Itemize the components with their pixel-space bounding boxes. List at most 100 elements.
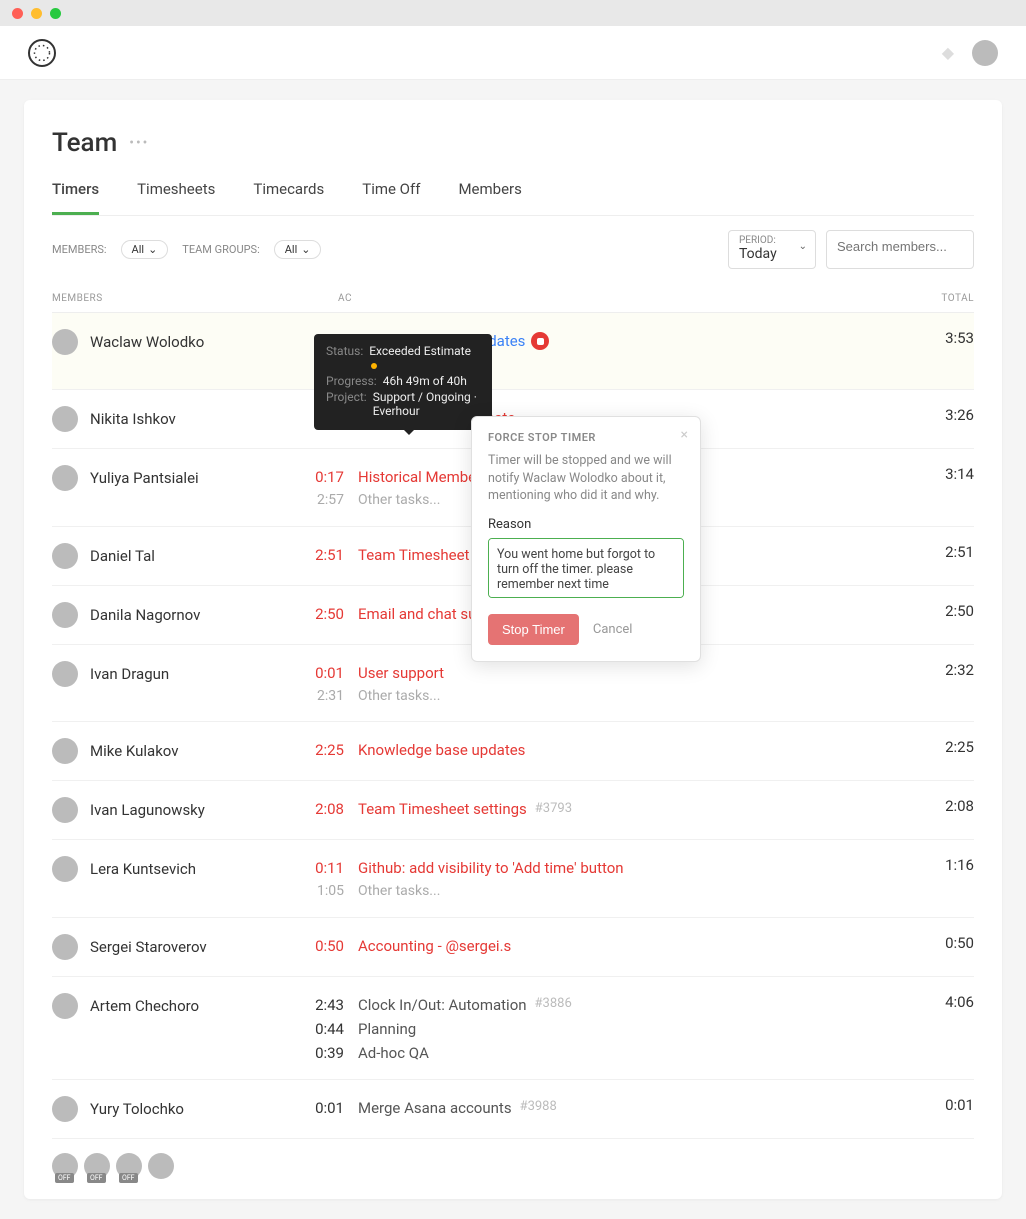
off-member-avatar[interactable]: OFF	[52, 1153, 78, 1179]
row-total: 4:06	[894, 977, 974, 1027]
row-total: 2:51	[894, 527, 974, 577]
close-icon[interactable]: ×	[681, 427, 688, 443]
activity-task[interactable]: Other tasks...	[358, 880, 894, 902]
member-avatar[interactable]	[52, 602, 78, 628]
period-label: PERIOD:	[739, 235, 805, 246]
app-logo[interactable]	[28, 39, 56, 67]
activity-time: 0:17	[272, 465, 344, 489]
member-name[interactable]: Lera Kuntsevich	[90, 860, 196, 878]
page-menu-icon[interactable]: •••	[129, 135, 149, 151]
row-total: 3:53	[894, 313, 974, 363]
member-avatar[interactable]	[52, 1096, 78, 1122]
off-member-avatar[interactable]	[148, 1153, 174, 1179]
table-header: MEMBERS AC TOTAL	[52, 283, 974, 313]
activity-task[interactable]: Clock In/Out: Automation#3886	[358, 993, 894, 1017]
modal-description: Timer will be stopped and we will notify…	[488, 452, 684, 505]
off-members-row: OFFOFFOFF	[52, 1139, 974, 1179]
member-avatar[interactable]	[52, 738, 78, 764]
stop-timer-icon[interactable]	[531, 332, 549, 350]
window-max-dot[interactable]	[50, 8, 61, 19]
member-name[interactable]: Danila Nagornov	[90, 606, 200, 624]
row-total: 2:50	[894, 586, 974, 636]
topbar: ◆	[0, 26, 1026, 80]
tab-timers[interactable]: Timers	[52, 180, 99, 215]
members-filter-label: MEMBERS:	[52, 243, 107, 256]
period-selector[interactable]: PERIOD: Today ⌄	[728, 230, 816, 269]
member-avatar[interactable]	[52, 543, 78, 569]
row-total: 2:08	[894, 781, 974, 831]
activity-time: 2:57	[272, 489, 344, 511]
activity-task[interactable]: Github: add visibility to 'Add time' but…	[358, 856, 894, 880]
member-name[interactable]: Nikita Ishkov	[90, 410, 176, 428]
member-name[interactable]: Yury Tolochko	[90, 1100, 184, 1118]
member-avatar[interactable]	[52, 329, 78, 355]
tab-time-off[interactable]: Time Off	[362, 180, 420, 215]
member-avatar[interactable]	[52, 934, 78, 960]
stop-timer-button[interactable]: Stop Timer	[488, 614, 579, 645]
activity-time: 2:31	[272, 685, 344, 707]
search-members-input[interactable]	[826, 230, 974, 269]
modal-title: FORCE STOP TIMER	[488, 431, 684, 444]
member-avatar[interactable]	[52, 406, 78, 432]
tab-timesheets[interactable]: Timesheets	[137, 180, 215, 215]
member-avatar[interactable]	[52, 661, 78, 687]
member-avatar[interactable]	[52, 797, 78, 823]
chevron-down-icon: ⌄	[301, 243, 310, 256]
window-min-dot[interactable]	[31, 8, 42, 19]
row-total: 3:14	[894, 449, 974, 499]
member-name[interactable]: Mike Kulakov	[90, 742, 179, 760]
activity-task[interactable]: Ad-hoc QA	[358, 1041, 894, 1065]
activity-task[interactable]: Knowledge base updates	[358, 738, 894, 762]
table-row: Ivan Lagunowsky2:08Team Timesheet settin…	[52, 781, 974, 840]
reason-textarea[interactable]	[488, 538, 684, 598]
off-badge: OFF	[87, 1173, 106, 1183]
member-avatar[interactable]	[52, 856, 78, 882]
tab-members[interactable]: Members	[458, 180, 521, 215]
user-avatar[interactable]	[972, 40, 998, 66]
chevron-down-icon: ⌄	[148, 243, 157, 256]
activity-time: 0:44	[272, 1017, 344, 1041]
off-member-avatar[interactable]: OFF	[84, 1153, 110, 1179]
off-member-avatar[interactable]: OFF	[116, 1153, 142, 1179]
members-filter[interactable]: All ⌄	[121, 240, 169, 259]
force-stop-modal: × FORCE STOP TIMER Timer will be stopped…	[471, 416, 701, 662]
table-row: Sergei Staroverov0:50Accounting - @serge…	[52, 918, 974, 977]
member-name[interactable]: Waclaw Wolodko	[90, 333, 204, 351]
table-row: Waclaw Wolodko1:581:55Knowledge base upd…	[52, 313, 974, 390]
tab-timecards[interactable]: Timecards	[253, 180, 324, 215]
search-input[interactable]	[837, 239, 963, 254]
activity-task[interactable]: Accounting - @sergei.s	[358, 934, 894, 958]
task-tag: #3886	[535, 994, 572, 1015]
task-tooltip: Status: Exceeded Estimate Progress: 46h …	[314, 334, 492, 430]
member-name[interactable]: Artem Chechoro	[90, 997, 199, 1015]
activity-time: 2:43	[272, 993, 344, 1017]
activity-task[interactable]: Merge Asana accounts#3988	[358, 1096, 894, 1120]
member-avatar[interactable]	[52, 993, 78, 1019]
row-total: 3:26	[894, 390, 974, 440]
member-name[interactable]: Yuliya Pantsialei	[90, 469, 199, 487]
activity-task[interactable]: Team Timesheet settings#3793	[358, 797, 894, 821]
activity-time: 1:05	[272, 880, 344, 902]
groups-filter-label: TEAM GROUPS:	[182, 243, 259, 256]
table-row: Lera Kuntsevich0:111:05Github: add visib…	[52, 840, 974, 917]
activity-time: 2:08	[272, 797, 344, 821]
activity-task[interactable]: User support	[358, 661, 894, 685]
notification-icon[interactable]: ◆	[942, 43, 954, 62]
activity-task[interactable]: Planning	[358, 1017, 894, 1041]
member-name[interactable]: Sergei Staroverov	[90, 938, 207, 956]
activity-time: 0:01	[272, 661, 344, 685]
member-avatar[interactable]	[52, 465, 78, 491]
member-name[interactable]: Ivan Lagunowsky	[90, 801, 205, 819]
row-total: 0:01	[894, 1080, 974, 1130]
member-name[interactable]: Ivan Dragun	[90, 665, 169, 683]
page-title: Team	[52, 128, 117, 158]
table-row: Yury Tolochko 0:01Merge Asana accounts#39…	[52, 1080, 974, 1139]
browser-chrome	[0, 0, 1026, 26]
groups-filter[interactable]: All ⌄	[274, 240, 322, 259]
window-close-dot[interactable]	[12, 8, 23, 19]
activity-task[interactable]: Other tasks...	[358, 685, 894, 707]
th-total: TOTAL	[894, 293, 974, 304]
off-badge: OFF	[55, 1173, 74, 1183]
member-name[interactable]: Daniel Tal	[90, 547, 155, 565]
cancel-button[interactable]: Cancel	[593, 622, 633, 637]
